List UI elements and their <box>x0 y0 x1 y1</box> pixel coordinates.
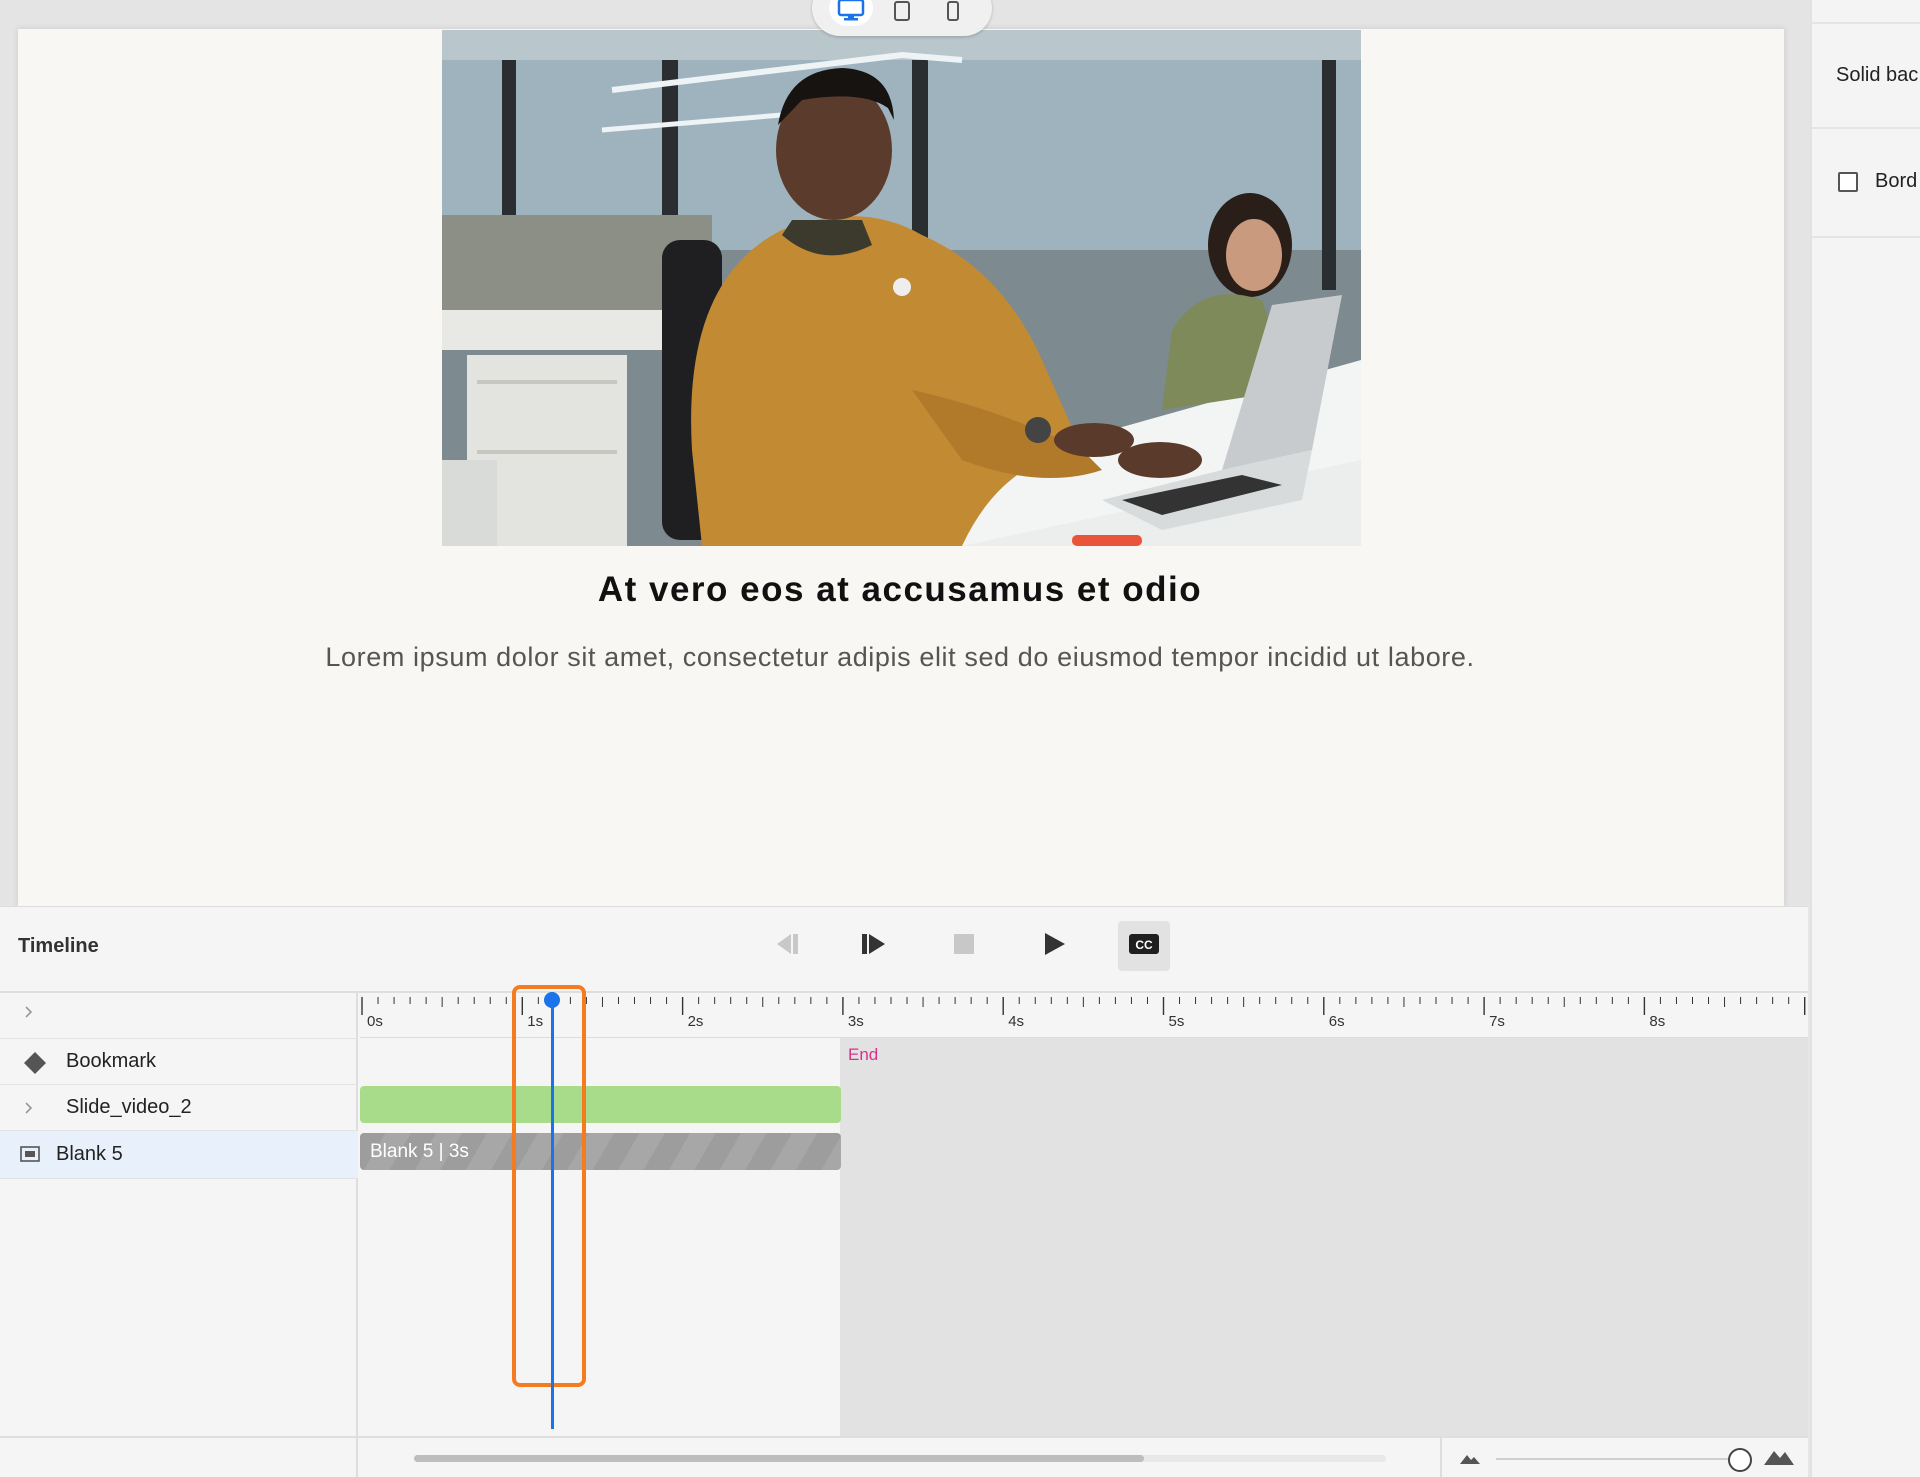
footer-divider <box>356 1438 358 1477</box>
stop-button[interactable] <box>938 921 990 971</box>
zoom-slider-track[interactable] <box>1496 1458 1732 1460</box>
closed-captions-button[interactable]: CC <box>1118 921 1170 971</box>
ruler-tick-label: 5s <box>1168 1013 1185 1030</box>
device-preview-toggle <box>812 0 992 36</box>
panel-divider <box>1812 22 1920 24</box>
timeline-expand-row[interactable] <box>0 993 358 1039</box>
panel-divider <box>1812 127 1920 129</box>
stage-canvas: At vero eos at accusamus et odio Lorem i… <box>0 0 1810 909</box>
ruler-tick-label: 2s <box>687 1013 704 1030</box>
layer-label: Blank 5 <box>56 1143 123 1165</box>
footer-divider <box>1440 1438 1442 1477</box>
end-marker[interactable]: End <box>848 1045 878 1065</box>
next-icon <box>859 932 889 961</box>
chevron-right-icon[interactable] <box>24 1004 34 1025</box>
zoom-in-icon[interactable] <box>1764 1446 1794 1471</box>
tablet-preview-button[interactable] <box>880 0 924 26</box>
ruler-tick-label: 7s <box>1489 1013 1505 1030</box>
horizontal-scrollbar-thumb[interactable] <box>414 1455 1144 1462</box>
timeline-footer <box>0 1436 1808 1477</box>
chevron-right-icon[interactable] <box>24 1100 34 1121</box>
bookmark-diamond-icon <box>24 1052 46 1079</box>
layer-label: Slide_video_2 <box>66 1096 192 1118</box>
slide-icon <box>20 1145 40 1168</box>
previous-icon <box>771 932 801 961</box>
zoom-slider-knob[interactable] <box>1728 1448 1752 1472</box>
playhead-handle[interactable] <box>544 992 560 1010</box>
panel-divider <box>1812 236 1920 238</box>
cc-label: CC <box>1135 938 1153 952</box>
mobile-icon <box>946 1 960 26</box>
mobile-preview-button[interactable] <box>931 0 975 26</box>
timeline-title: Timeline <box>18 935 99 957</box>
desktop-preview-button[interactable] <box>829 0 874 26</box>
properties-panel: Solid bac Bord <box>1810 0 1920 1477</box>
timeline-after-end-region <box>840 1038 1808 1436</box>
slide-video-track-bar[interactable] <box>360 1086 841 1123</box>
slide-image[interactable] <box>442 30 1361 546</box>
stop-icon <box>952 932 976 961</box>
playhead-line[interactable] <box>551 992 554 1429</box>
tablet-icon <box>893 1 911 26</box>
border-label: Bord <box>1875 170 1918 192</box>
timeline-layer-list: Bookmark Slide_video_2 Blank 5 <box>0 993 358 1436</box>
play-icon <box>1041 931 1067 962</box>
timeline-panel: Timeline CC Bookmark Slide_video_2 Blank… <box>0 906 1808 1477</box>
layer-row-bookmark[interactable]: Bookmark <box>0 1039 358 1085</box>
ruler-tick-label: 3s <box>847 1013 864 1030</box>
desktop-icon <box>837 0 865 26</box>
blank-slide-bar-label: Blank 5 | 3s <box>370 1141 469 1162</box>
zoom-out-icon[interactable] <box>1460 1451 1480 1470</box>
layer-row-slide-video[interactable]: Slide_video_2 <box>0 1085 358 1131</box>
play-button[interactable] <box>1028 921 1080 971</box>
layer-row-blank-5[interactable]: Blank 5 <box>0 1131 358 1179</box>
cc-icon: CC <box>1128 932 1160 961</box>
ruler-tick-label: 0s <box>367 1013 383 1030</box>
background-type-label[interactable]: Solid bac <box>1836 64 1918 87</box>
next-button[interactable] <box>848 921 900 971</box>
layer-label: Bookmark <box>66 1050 157 1072</box>
border-checkbox[interactable] <box>1838 172 1858 192</box>
ruler-tick-label: 8s <box>1649 1013 1666 1030</box>
playhead-highlight-box <box>512 985 586 1387</box>
slide-title[interactable]: At vero eos at accusamus et odio <box>0 570 1800 610</box>
previous-button[interactable] <box>760 921 812 971</box>
slide-body-text[interactable]: Lorem ipsum dolor sit amet, consectetur … <box>0 642 1800 673</box>
ruler-tick-label: 4s <box>1008 1013 1025 1030</box>
ruler-tick-label: 6s <box>1328 1013 1345 1030</box>
